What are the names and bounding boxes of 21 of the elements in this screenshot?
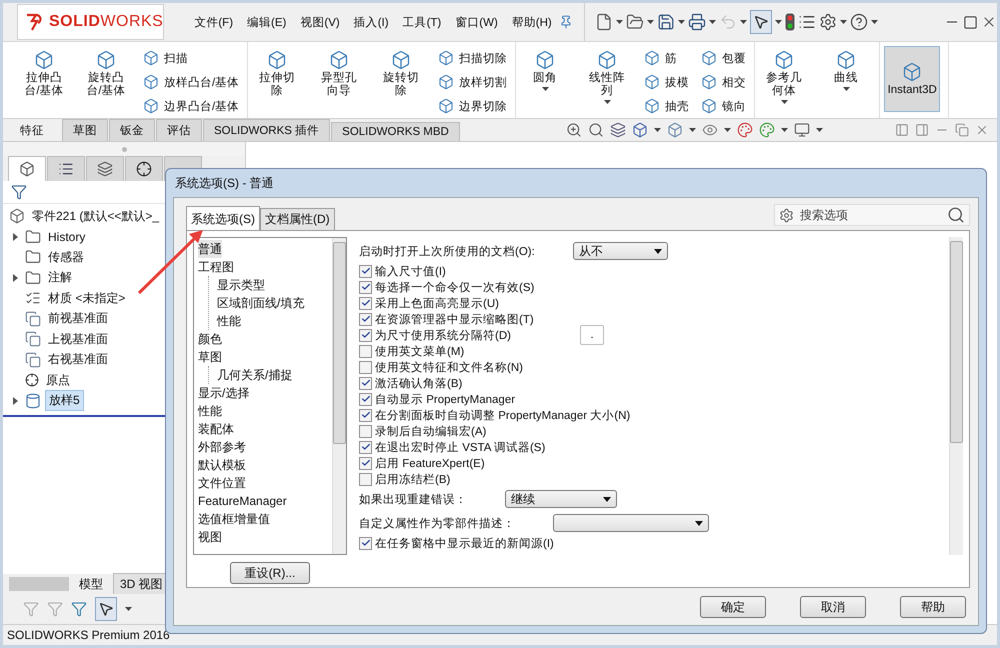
- app-logo: SOLIDWORKS: [17, 4, 164, 40]
- option-label: 激活确认角落(B): [375, 376, 462, 390]
- option-label: 使用英文特征和文件名称(N): [375, 360, 523, 374]
- option-label: 启用 FeatureXpert(E): [375, 456, 485, 470]
- option-label: 在退出宏时停止 VSTA 调试器(S): [375, 440, 546, 454]
- option-label: 每选择一个命令仅一次有效(S): [375, 280, 534, 294]
- option-label: 在资源管理器中显示缩略图(T): [375, 312, 534, 326]
- option-label: 为尺寸使用系统分隔符(D): [375, 328, 511, 342]
- option-label: 启动时打开上次所使用的文档(O):: [359, 244, 535, 258]
- option-label: 在分割面板时自动调整 PropertyManager 大小(N): [375, 408, 630, 422]
- option-label: 自动显示 PropertyManager: [375, 392, 516, 406]
- option-label: 自定义属性作为零部件描述：: [359, 516, 515, 530]
- dialog-title: 系统选项(S) - 普通: [174, 175, 275, 192]
- option-label: 输入尺寸值(I): [375, 264, 446, 278]
- option-label: 使用英文菜单(M): [375, 344, 464, 358]
- option-label: 启用冻结栏(B): [375, 472, 450, 486]
- option-label: 如果出现重建错误：: [359, 492, 467, 506]
- status-text: SOLIDWORKS Premium 2016: [7, 628, 170, 642]
- option-label: 在任务窗格中显示最近的新闻源(I): [375, 536, 554, 550]
- option-label: 录制后自动编辑宏(A): [375, 424, 486, 438]
- option-label: 采用上色面高亮显示(U): [375, 296, 499, 310]
